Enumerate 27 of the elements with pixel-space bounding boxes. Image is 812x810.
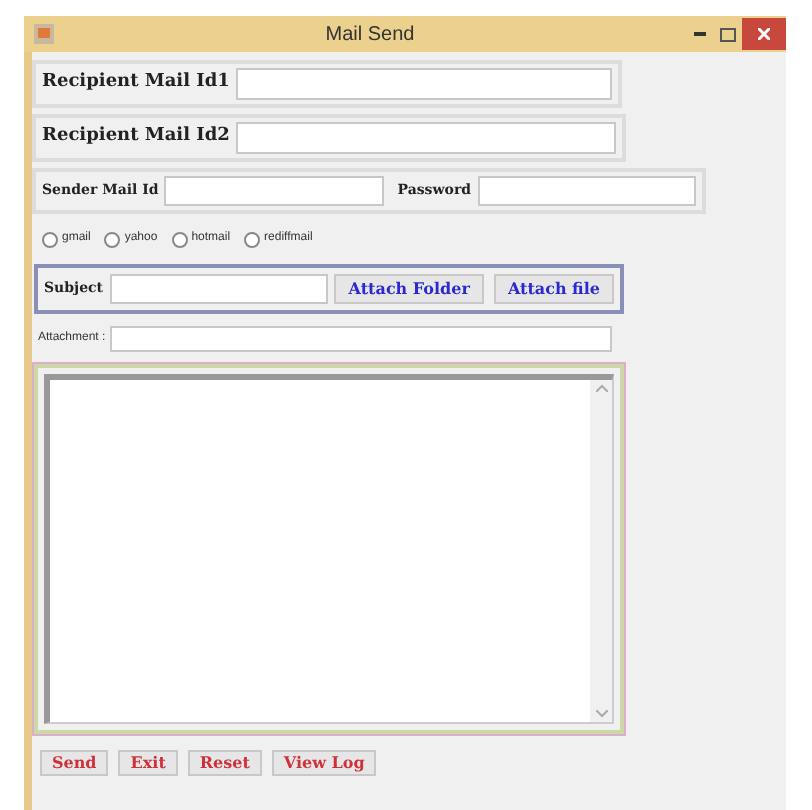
- attachment-field[interactable]: [109, 326, 612, 352]
- action-button[interactable]: View Log: [271, 750, 377, 776]
- attach-button[interactable]: Attach Folder: [334, 274, 484, 304]
- scroll-up-icon[interactable]: [595, 384, 607, 392]
- field-label: Recipient Mail Id2: [42, 124, 230, 151]
- app-icon: [34, 24, 54, 44]
- recipient-field[interactable]: [235, 122, 616, 154]
- radio-button[interactable]: [171, 231, 188, 247]
- maximize-icon: [720, 27, 736, 41]
- field-label: Recipient Mail Id1: [42, 70, 230, 97]
- window-title: Mail Send: [323, 21, 417, 49]
- scroll-down-icon[interactable]: [595, 710, 607, 718]
- radio-button[interactable]: [244, 231, 261, 247]
- radio-button[interactable]: [104, 231, 121, 247]
- action-button[interactable]: Exit: [118, 750, 178, 776]
- action-button[interactable]: Reset: [187, 750, 262, 776]
- sender-field[interactable]: [164, 176, 384, 206]
- recipient-field[interactable]: [235, 68, 612, 100]
- close-icon: [758, 28, 770, 40]
- scrollbar[interactable]: [590, 380, 612, 722]
- action-button[interactable]: Send: [40, 750, 109, 776]
- subject-field[interactable]: [109, 274, 329, 304]
- minimize-icon: [694, 32, 706, 36]
- radio-button[interactable]: [42, 231, 58, 247]
- close-button[interactable]: [742, 18, 786, 50]
- attach-button[interactable]: Attach file: [493, 274, 614, 304]
- password-field[interactable]: [477, 176, 696, 206]
